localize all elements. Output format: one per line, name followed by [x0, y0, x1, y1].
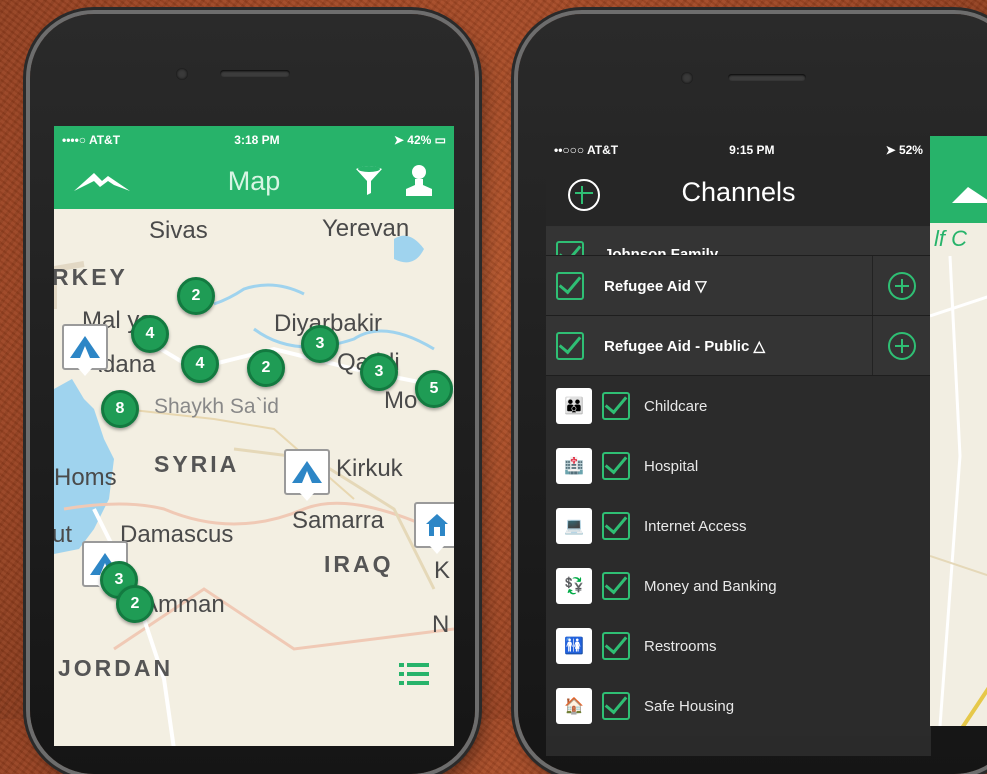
peek-nav-bar [930, 163, 987, 223]
carrier-label: ••••○ AT&T [62, 132, 121, 147]
childcare-icon: 👪 [556, 388, 592, 424]
cluster-marker[interactable]: 4 [131, 315, 169, 353]
category-checkbox[interactable] [602, 392, 630, 420]
front-camera [176, 68, 188, 80]
tent-icon [70, 336, 100, 358]
status-bar: ••••○ AT&T 3:18 PM ➤ 42% ▭ [54, 126, 454, 153]
status-bar: ••○○○ AT&T 9:15 PM ➤ 52% [546, 136, 931, 163]
category-row[interactable]: 💱 Money and Banking [546, 556, 931, 616]
channel-name: Refugee Aid - Public △ [604, 337, 766, 355]
cluster-marker[interactable]: 8 [101, 390, 139, 428]
time-label: 9:15 PM [729, 142, 775, 157]
cluster-marker[interactable]: 3 [301, 325, 339, 363]
tent-icon [292, 461, 322, 483]
page-title: Map [227, 166, 281, 196]
map-label-iraq: IRAQ [324, 551, 394, 577]
carrier-label: ••○○○ AT&T [554, 142, 619, 157]
map-label-turkey: RKEY [54, 264, 128, 290]
map-label-homs: Homs [54, 464, 117, 491]
channel-row[interactable]: Johnson Family [546, 227, 931, 256]
plus-circle-icon [888, 271, 916, 300]
channel-checkbox[interactable] [556, 271, 584, 300]
category-checkbox[interactable] [602, 512, 630, 540]
map-label-sivas: Sivas [149, 217, 208, 244]
left-phone: ••••○ AT&T 3:18 PM ➤ 42% ▭ Map Sivas Yer… [30, 14, 475, 774]
camp-marker[interactable] [284, 449, 330, 501]
map-label-jordan: JORDAN [58, 655, 174, 681]
map-label-k: K [434, 557, 451, 584]
category-checkbox[interactable] [602, 572, 630, 600]
map-view[interactable]: Sivas Yerevan RKEY Mal ya Diyarbakir Ada… [54, 209, 454, 746]
map-screen: ••••○ AT&T 3:18 PM ➤ 42% ▭ Map Sivas Yer… [54, 126, 454, 746]
plus-circle-icon [888, 331, 916, 360]
category-name: Childcare [644, 397, 708, 415]
collapse-arrow-icon: △ [753, 337, 766, 355]
channel-checkbox[interactable] [556, 331, 584, 360]
map-label-partial: ut [54, 521, 73, 548]
category-row[interactable]: 💻 Internet Access [546, 496, 931, 556]
category-checkbox[interactable] [602, 632, 630, 660]
map-label-yerevan: Yerevan [322, 215, 410, 242]
hospital-icon: 🏥 [556, 448, 592, 484]
cluster-marker[interactable]: 5 [415, 370, 453, 408]
cluster-marker[interactable]: 4 [181, 345, 219, 383]
right-phone: ••○○○ AT&T 9:15 PM ➤ 52% Channels Johnso… [518, 14, 987, 774]
user-icon[interactable] [404, 163, 434, 197]
filter-icon[interactable] [354, 165, 384, 197]
map-label-kirkuk: Kirkuk [336, 455, 403, 482]
channel-checkbox[interactable] [556, 241, 584, 255]
expand-arrow-icon: ▽ [695, 277, 707, 295]
mountain-logo-icon [952, 187, 987, 203]
battery-label: ➤ 52% [885, 142, 923, 157]
underlying-map-peek[interactable]: lf C [930, 136, 987, 726]
peek-map-label: lf C [934, 226, 967, 251]
category-name: Safe Housing [644, 697, 735, 715]
cluster-marker[interactable]: 2 [247, 349, 285, 387]
category-checkbox[interactable] [602, 692, 630, 720]
category-checkbox[interactable] [602, 452, 630, 480]
earpiece-speaker [728, 74, 806, 81]
category-row[interactable]: 🚻 Restrooms [546, 616, 931, 676]
camp-marker[interactable] [62, 324, 108, 376]
channel-name: Refugee Aid ▽ [604, 277, 707, 295]
map-nav-bar: Map [54, 153, 454, 209]
channel-row[interactable]: Refugee Aid ▽ [546, 256, 931, 316]
channels-nav-bar: Channels [546, 163, 931, 227]
cluster-marker[interactable]: 3 [360, 353, 398, 391]
earpiece-speaker [220, 70, 290, 77]
map-label-syria: SYRIA [154, 451, 240, 477]
time-label: 3:18 PM [234, 132, 280, 147]
house-icon [426, 514, 448, 536]
category-name: Internet Access [644, 517, 747, 535]
map-label-mosul: Mo [384, 387, 418, 414]
peek-map-roads [930, 256, 987, 726]
map-label-shaykh-said: Shaykh Sa`id [154, 395, 279, 418]
category-row[interactable]: 🏠 Safe Housing [546, 676, 931, 736]
channel-add-button[interactable] [872, 316, 931, 375]
channels-screen: ••○○○ AT&T 9:15 PM ➤ 52% Channels Johnso… [546, 136, 931, 756]
cluster-marker[interactable]: 2 [177, 277, 215, 315]
internet-icon: 💻 [556, 508, 592, 544]
cluster-marker[interactable]: 2 [116, 585, 154, 623]
page-title: Channels [681, 177, 796, 207]
category-name: Hospital [644, 457, 699, 475]
map-label-amman: Amman [142, 591, 225, 618]
restroom-icon: 🚻 [556, 628, 592, 664]
front-camera [681, 72, 693, 84]
channel-name: Johnson Family [604, 246, 719, 256]
channel-row[interactable]: Refugee Aid - Public △ [546, 316, 931, 376]
category-row[interactable]: 🏥 Hospital [546, 436, 931, 496]
battery-label: ➤ 42% ▭ [393, 132, 446, 147]
map-label-n: N [432, 611, 450, 638]
housing-marker[interactable] [414, 502, 454, 554]
map-label-samarra: Samarra [292, 507, 385, 534]
category-row[interactable]: 👪 Childcare [546, 376, 931, 436]
money-icon: 💱 [556, 568, 592, 604]
channel-add-button[interactable] [872, 256, 931, 315]
map-label-damascus: Damascus [120, 521, 234, 548]
peek-status-bar [930, 136, 987, 163]
category-name: Money and Banking [644, 577, 777, 595]
category-name: Restrooms [644, 637, 717, 655]
list-view-icon[interactable] [399, 661, 429, 687]
